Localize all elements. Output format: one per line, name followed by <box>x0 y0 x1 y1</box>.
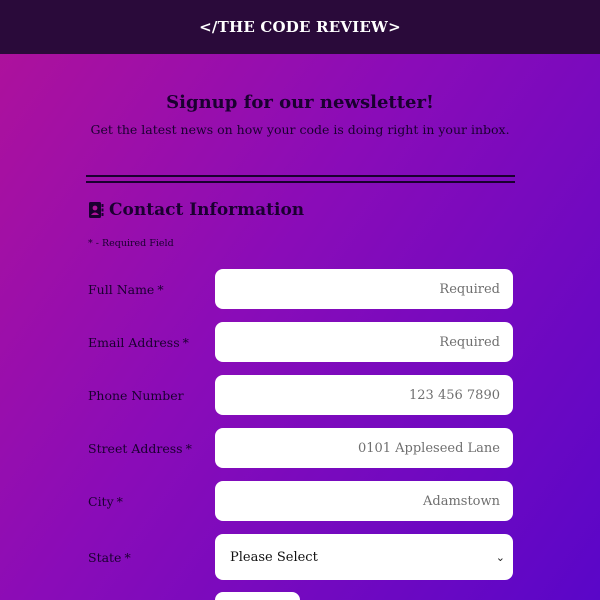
required-mark: * <box>116 493 123 509</box>
divider-line <box>86 175 515 177</box>
field-label-text: Email Address <box>88 334 180 350</box>
state-select[interactable]: Please Select ⌄ <box>215 534 513 580</box>
field-label-text: Phone Number <box>88 387 184 403</box>
top-header: </THE CODE REVIEW> <box>0 0 600 54</box>
field-label-text: Full Name <box>88 281 155 297</box>
newsletter-subtitle: Get the latest news on how your code is … <box>90 122 510 137</box>
full-name-input[interactable] <box>215 269 513 309</box>
field-label-text: State <box>88 549 122 565</box>
section-heading: Contact Information <box>88 200 304 220</box>
form-row-email: Email Address * <box>88 322 514 362</box>
address-book-icon <box>88 201 104 219</box>
divider-line <box>86 181 515 183</box>
field-label: State * <box>88 534 131 580</box>
newsletter-title: Signup for our newsletter! <box>166 92 434 113</box>
field-label-text: Street Address <box>88 440 183 456</box>
required-mark: * <box>182 334 189 350</box>
field-label: Email Address * <box>88 322 189 362</box>
next-field-input[interactable] <box>215 592 300 600</box>
form-row-city: City * <box>88 481 514 521</box>
street-address-input[interactable] <box>215 428 513 468</box>
phone-input[interactable] <box>215 375 513 415</box>
form-row-state: State * Please Select ⌄ <box>88 534 514 580</box>
form-row-street: Street Address * <box>88 428 514 468</box>
city-input[interactable] <box>215 481 513 521</box>
field-label: Full Name * <box>88 269 164 309</box>
field-label: Phone Number <box>88 375 187 415</box>
form-row-phone: Phone Number <box>88 375 514 415</box>
chevron-down-icon: ⌄ <box>495 550 505 564</box>
state-select-value: Please Select <box>230 549 318 565</box>
required-mark: * <box>157 281 164 297</box>
field-label: City * <box>88 481 123 521</box>
section-title: Contact Information <box>109 200 305 220</box>
required-mark: * <box>124 549 131 565</box>
required-field-note: * - Required Field <box>88 238 174 249</box>
field-label-text: City <box>88 493 114 509</box>
form-row-full-name: Full Name * <box>88 269 514 309</box>
email-input[interactable] <box>215 322 513 362</box>
required-mark: * <box>185 440 192 456</box>
brand-logo-text[interactable]: </THE CODE REVIEW> <box>199 18 401 36</box>
field-label: Street Address * <box>88 428 192 468</box>
